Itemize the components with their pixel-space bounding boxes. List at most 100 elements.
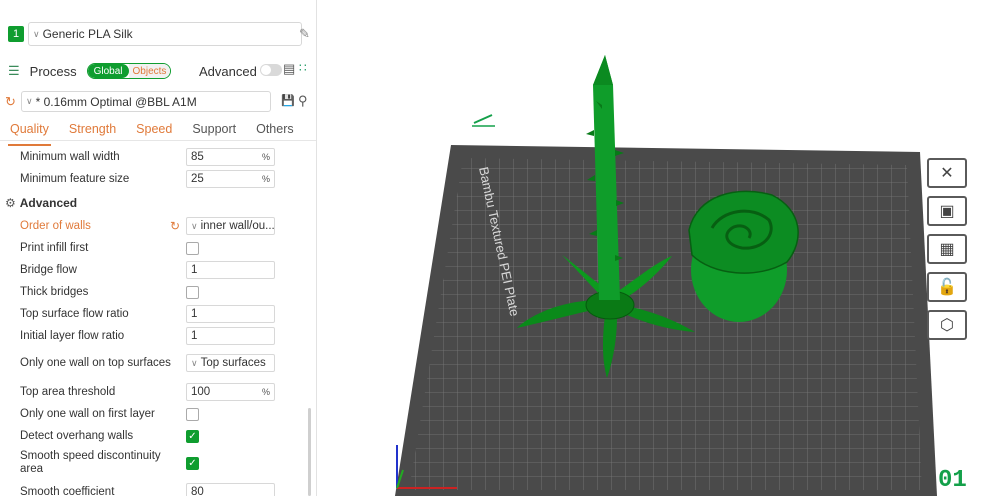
- close-plate-button[interactable]: ✕: [927, 158, 967, 188]
- param-label: Minimum wall width: [20, 150, 120, 163]
- rose-head: [688, 190, 799, 274]
- param-input[interactable]: 100%: [186, 383, 275, 401]
- preset-select[interactable]: ∨ * 0.16mm Optimal @BBL A1M: [21, 91, 271, 112]
- save-icon[interactable]: 💾: [281, 94, 295, 107]
- param-checkbox[interactable]: ✓: [186, 456, 199, 470]
- param-value: 1: [191, 264, 198, 276]
- preset-name: * 0.16mm Optimal @BBL A1M: [35, 94, 197, 109]
- reset-icon[interactable]: ↻: [5, 94, 16, 110]
- panel-scrollbar[interactable]: [308, 408, 311, 496]
- param-checkbox[interactable]: [186, 407, 199, 421]
- chevron-down-icon: ∨: [33, 28, 40, 39]
- param-input[interactable]: 85%: [186, 148, 275, 166]
- group-advanced-header: ⚙ Advanced: [5, 195, 77, 211]
- param-select[interactable]: ∨ Top surfaces: [186, 354, 275, 372]
- param-order-of-walls: Order of walls ↻ ∨ inner wall/ou...: [20, 215, 310, 237]
- param-only-one-wall-top: Only one wall on top surfaces ∨ Top surfa…: [20, 349, 310, 377]
- param-checkbox[interactable]: ✓: [186, 429, 199, 443]
- param-input[interactable]: 1: [186, 305, 275, 323]
- settings-panel: 1 ∨ Generic PLA Silk ✎ ☰ Process Global …: [0, 0, 317, 496]
- preset-row: ↻ ∨ * 0.16mm Optimal @BBL A1M 💾 ⚲: [5, 91, 315, 113]
- lock-button[interactable]: 🔓: [927, 272, 967, 302]
- tab-support[interactable]: Support: [182, 120, 246, 142]
- filament-index-badge[interactable]: 1: [8, 26, 24, 42]
- edit-icon[interactable]: ✎: [299, 26, 310, 42]
- param-checkbox[interactable]: [186, 285, 199, 299]
- tab-quality[interactable]: Quality: [0, 120, 59, 146]
- param-unit: %: [261, 387, 270, 397]
- close-icon: ✕: [940, 165, 954, 182]
- 3d-viewport[interactable]: Bambu Textured PEI Plate ✕ ▣ ▦ 🔓 ⬡ 01: [317, 0, 1000, 496]
- param-unit: %: [261, 152, 270, 162]
- tab-divider: [0, 140, 316, 141]
- auto-orient-button[interactable]: ▣: [927, 196, 967, 226]
- search-icon[interactable]: ⚲: [298, 93, 308, 109]
- param-label: Detect overhang walls: [20, 429, 134, 442]
- toggle-global[interactable]: Global: [87, 64, 129, 78]
- param-checkbox[interactable]: [186, 241, 199, 255]
- param-value: 85: [191, 151, 204, 163]
- chevron-down-icon: ∨: [191, 357, 198, 368]
- param-input[interactable]: 25%: [186, 170, 275, 188]
- param-label: Only one wall on first layer: [20, 407, 155, 420]
- list-icon[interactable]: ▤: [283, 61, 295, 77]
- filament-select[interactable]: ∨ Generic PLA Silk: [28, 22, 302, 46]
- param-value: 1: [191, 330, 198, 342]
- hexagon-icon: ⬡: [940, 317, 954, 334]
- param-label: Minimum feature size: [20, 172, 130, 185]
- settings-tabs: Quality Strength Speed Support Others: [0, 120, 316, 146]
- app-root: 1 ∨ Generic PLA Silk ✎ ☰ Process Global …: [0, 0, 1000, 496]
- tab-strength[interactable]: Strength: [59, 120, 126, 142]
- param-minimum-feature-size: Minimum feature size 25%: [20, 168, 310, 190]
- scene-svg: Bambu Textured PEI Plate: [395, 55, 937, 496]
- tab-others[interactable]: Others: [246, 120, 304, 142]
- filament-name: Generic PLA Silk: [42, 27, 133, 41]
- param-input[interactable]: 80: [186, 483, 275, 496]
- param-value: 25: [191, 173, 204, 185]
- lock-icon: 🔓: [937, 279, 957, 296]
- param-label: Top area threshold: [20, 385, 116, 398]
- param-input[interactable]: 1: [186, 261, 275, 279]
- chevron-down-icon: ∨: [26, 96, 33, 106]
- plate-number[interactable]: 01: [938, 467, 967, 494]
- plate-settings-button[interactable]: ⬡: [927, 310, 967, 340]
- param-bridge-flow: Bridge flow 1: [20, 259, 310, 281]
- pen-icon[interactable]: [473, 114, 493, 124]
- arrange-icon: ▦: [939, 241, 955, 258]
- advanced-switch[interactable]: [260, 64, 282, 76]
- param-detect-overhang-walls: Detect overhang walls ✓: [20, 425, 310, 447]
- param-value: 80: [191, 486, 204, 496]
- param-top-area-threshold: Top area threshold 100%: [20, 381, 310, 403]
- stem-tip: [593, 55, 613, 85]
- param-label: Smooth coefficient: [20, 485, 115, 496]
- process-row: ☰ Process Global Objects Advanced ▤ ∷: [8, 60, 313, 82]
- param-label: Initial layer flow ratio: [20, 329, 125, 342]
- chevron-down-icon: ∨: [191, 220, 198, 231]
- process-label: Process: [29, 63, 77, 79]
- param-label: Bridge flow: [20, 263, 77, 276]
- gear-icon: ⚙: [5, 196, 16, 210]
- param-label: Only one wall on top surfaces: [20, 356, 171, 369]
- param-unit: %: [261, 174, 270, 184]
- grid-icon[interactable]: ∷: [299, 61, 307, 75]
- param-initial-layer-flow-ratio: Initial layer flow ratio 1: [20, 325, 310, 347]
- layers-icon: ☰: [8, 63, 20, 78]
- param-thick-bridges: Thick bridges: [20, 281, 310, 303]
- reset-icon[interactable]: ↻: [170, 219, 180, 233]
- arrange-button[interactable]: ▦: [927, 234, 967, 264]
- param-smooth-coefficient: Smooth coefficient 80: [20, 481, 310, 496]
- param-value: 100: [191, 386, 211, 398]
- toggle-objects[interactable]: Objects: [128, 64, 171, 78]
- param-label: Top surface flow ratio: [20, 307, 129, 320]
- param-label: Order of walls: [20, 219, 91, 232]
- param-label: Thick bridges: [20, 285, 89, 298]
- orient-icon: ▣: [939, 203, 955, 220]
- global-objects-toggle[interactable]: Global Objects: [86, 63, 172, 79]
- param-print-infill-first: Print infill first: [20, 237, 310, 259]
- param-label: Print infill first: [20, 241, 89, 254]
- param-value: inner wall/ou...: [200, 220, 275, 232]
- advanced-label: Advanced: [199, 63, 257, 79]
- param-select[interactable]: ∨ inner wall/ou...: [186, 217, 275, 235]
- tab-speed[interactable]: Speed: [126, 120, 182, 142]
- param-input[interactable]: 1: [186, 327, 275, 345]
